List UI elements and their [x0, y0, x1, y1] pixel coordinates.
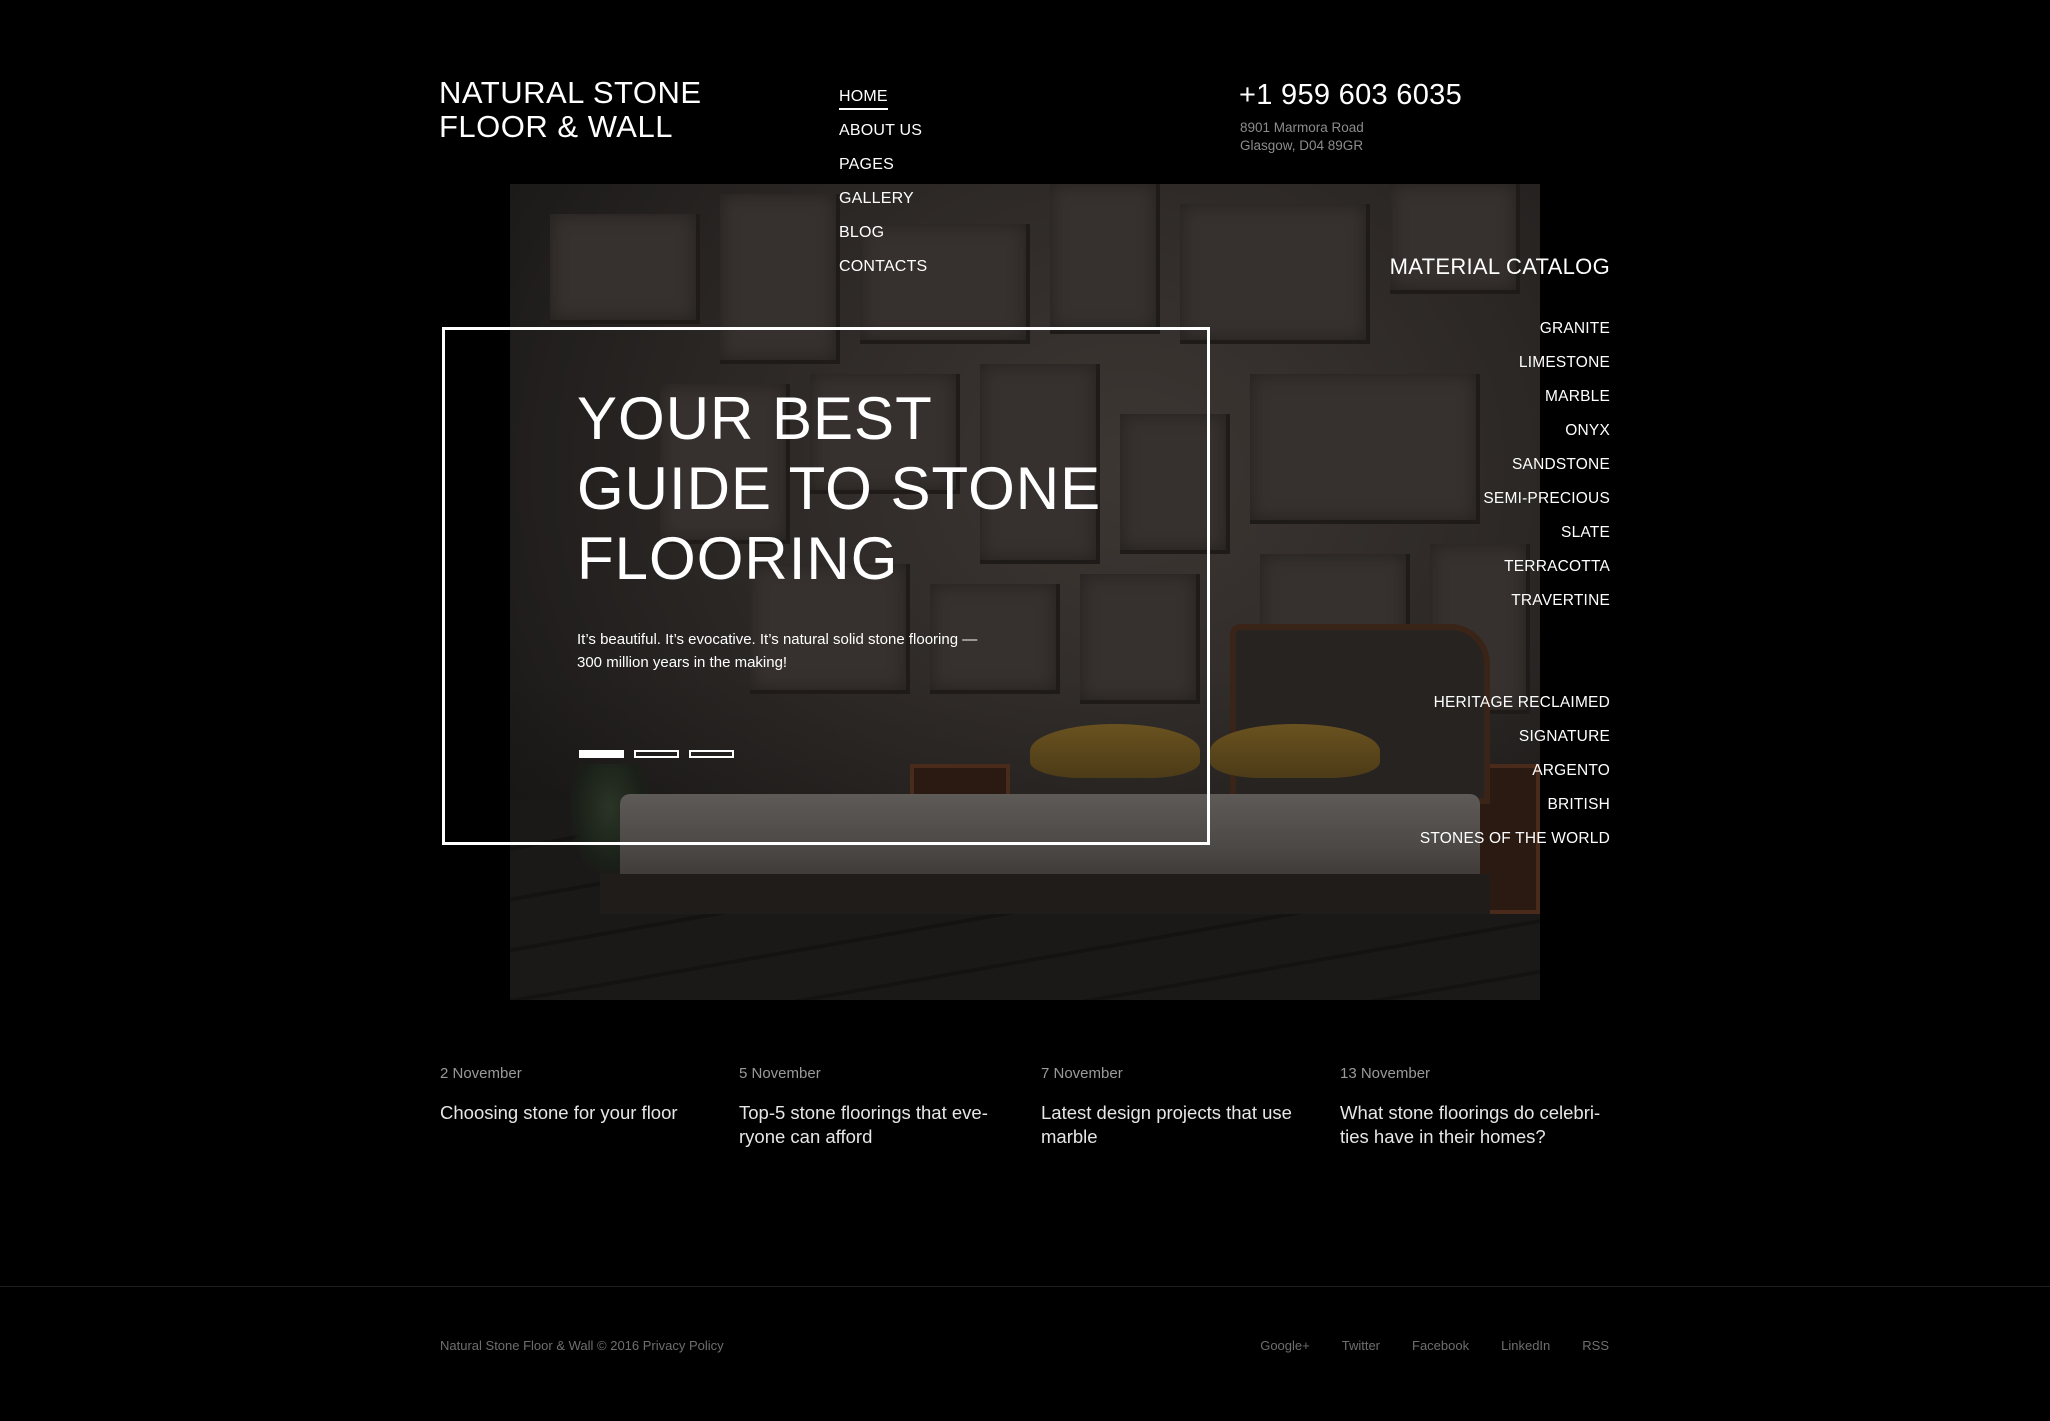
catalog-item-stones-of-the-world[interactable]: STONES OF THE WORLD: [1390, 822, 1610, 856]
hero-description: It’s beautiful. It’s evocative. It’s nat…: [577, 631, 978, 671]
address: 8901 Marmora Road Glasgow, D04 89GR: [1240, 119, 1364, 155]
catalog-item-heritage-reclaimed[interactable]: HERITAGE RECLAIMED: [1390, 686, 1610, 720]
news-date: 2 November: [440, 1065, 522, 1082]
catalog-item-slate[interactable]: SLATE: [1390, 516, 1610, 550]
news-date: 7 November: [1041, 1065, 1123, 1082]
catalog-spacer: [1390, 618, 1610, 686]
catalog-item-marble[interactable]: MARBLE: [1390, 380, 1610, 414]
hero-title-line-2: GUIDE TO STONE: [577, 455, 1102, 522]
social-link-rss[interactable]: RSS: [1582, 1338, 1609, 1353]
news-item: 13 November What stone floorings do cele…: [1340, 1064, 1610, 1149]
nav-item-gallery[interactable]: GALLERY: [839, 182, 927, 216]
social-links: Google+ Twitter Facebook LinkedIn RSS: [1260, 1338, 1609, 1353]
copyright-text: Natural Stone Floor & Wall © 2016: [440, 1338, 640, 1353]
nav-item-home[interactable]: HOME: [839, 80, 927, 114]
logo-line-1: NATURAL STONE: [439, 75, 702, 110]
social-link-twitter[interactable]: Twitter: [1342, 1338, 1380, 1353]
nav-item-pages[interactable]: PAGES: [839, 148, 927, 182]
nav-item-label: HOME: [839, 88, 888, 110]
hero-title-line-3: FLOORING: [577, 525, 899, 592]
catalog-item-terracotta[interactable]: TERRACOTTA: [1390, 550, 1610, 584]
slider-dot-1[interactable]: [579, 750, 624, 758]
hero-title-line-1: YOUR BEST: [577, 385, 933, 452]
phone-number[interactable]: +1 959 603 6035: [1239, 78, 1462, 112]
news-date: 5 November: [739, 1065, 821, 1082]
news-item: 7 November Latest design projects that u…: [1041, 1064, 1311, 1149]
news-title-link[interactable]: Top-5 stone floorings that eve-ryone can…: [739, 1101, 1009, 1149]
nav-item-label: GALLERY: [839, 190, 914, 207]
news-title-link[interactable]: Choosing stone for your floor: [440, 1101, 690, 1125]
catalog-item-limestone[interactable]: LIMESTONE: [1390, 346, 1610, 380]
privacy-policy-link[interactable]: Privacy Policy: [643, 1338, 724, 1353]
catalog-item-argento[interactable]: ARGENTO: [1390, 754, 1610, 788]
nav-item-blog[interactable]: BLOG: [839, 216, 927, 250]
nav-item-about-us[interactable]: ABOUT US: [839, 114, 927, 148]
nav-item-label: BLOG: [839, 224, 885, 241]
catalog-item-travertine[interactable]: TRAVERTINE: [1390, 584, 1610, 618]
logo-line-2: FLOOR & WALL: [439, 109, 673, 144]
slider-dot-2[interactable]: [634, 750, 679, 758]
news-title-link[interactable]: Latest design projects that use marble: [1041, 1101, 1311, 1149]
news-item: 2 November Choosing stone for your floor: [440, 1064, 710, 1125]
nav-item-label: CONTACTS: [839, 258, 928, 275]
catalog-item-sandstone[interactable]: SANDSTONE: [1390, 448, 1610, 482]
catalog-title: MATERIAL CATALOG: [1389, 254, 1610, 279]
catalog-item-signature[interactable]: SIGNATURE: [1390, 720, 1610, 754]
nav-item-label: ABOUT US: [839, 122, 923, 139]
news-date: 13 November: [1340, 1065, 1431, 1082]
news-item: 5 November Top-5 stone floorings that ev…: [739, 1064, 1009, 1149]
material-catalog: MATERIAL CATALOG GRANITE LIMESTONE MARBL…: [1390, 252, 1610, 856]
social-link-facebook[interactable]: Facebook: [1412, 1338, 1469, 1353]
site-logo[interactable]: NATURAL STONE FLOOR & WALL: [439, 76, 702, 144]
social-link-google-plus[interactable]: Google+: [1260, 1338, 1310, 1353]
footer-copyright: Natural Stone Floor & Wall © 2016 Privac…: [440, 1338, 724, 1353]
catalog-item-onyx[interactable]: ONYX: [1390, 414, 1610, 448]
hero-title: YOUR BEST GUIDE TO STONE FLOORING: [577, 384, 1101, 594]
social-link-linkedin[interactable]: LinkedIn: [1501, 1338, 1550, 1353]
slider-pagination: [579, 750, 734, 758]
nav-item-contacts[interactable]: CONTACTS: [839, 250, 927, 284]
footer-divider: [0, 1286, 2050, 1287]
catalog-item-semi-precious[interactable]: SEMI-PRECIOUS: [1390, 482, 1610, 516]
address-line-2: Glasgow, D04 89GR: [1240, 138, 1364, 153]
main-navigation: HOME ABOUT US PAGES GALLERY BLOG CONTACT…: [839, 80, 927, 284]
catalog-item-british[interactable]: BRITISH: [1390, 788, 1610, 822]
catalog-item-granite[interactable]: GRANITE: [1390, 312, 1610, 346]
nav-item-label: PAGES: [839, 156, 894, 173]
slider-dot-3[interactable]: [689, 750, 734, 758]
address-line-1: 8901 Marmora Road: [1240, 120, 1364, 135]
news-title-link[interactable]: What stone floorings do celebri-ties hav…: [1340, 1101, 1615, 1149]
